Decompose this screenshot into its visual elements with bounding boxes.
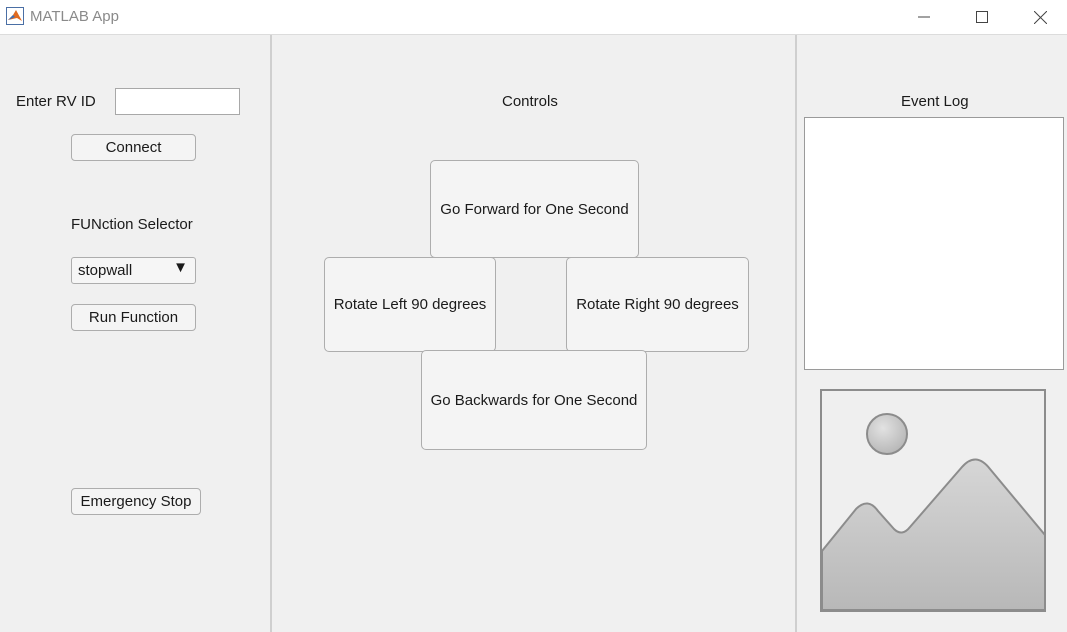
function-selector-label: FUNction Selector bbox=[71, 216, 193, 233]
go-backwards-button[interactable]: Go Backwards for One Second bbox=[421, 350, 647, 450]
minimize-button[interactable] bbox=[901, 0, 947, 34]
minimize-icon bbox=[918, 16, 930, 18]
connect-button-label: Connect bbox=[105, 139, 162, 156]
rv-id-input[interactable] bbox=[115, 88, 240, 115]
dropdown-arrow-icon: ▼ bbox=[173, 259, 188, 276]
close-button[interactable] bbox=[1017, 0, 1063, 34]
controls-title: Controls bbox=[502, 93, 558, 110]
function-selected-value: stopwall bbox=[78, 262, 133, 279]
emergency-stop-button-label: Emergency Stop bbox=[80, 493, 192, 510]
go-backwards-button-label: Go Backwards for One Second bbox=[430, 391, 638, 409]
matlab-icon bbox=[6, 7, 24, 25]
function-selector-dropdown[interactable]: stopwall ▼ bbox=[71, 257, 196, 284]
go-forward-button-label: Go Forward for One Second bbox=[440, 200, 629, 218]
rotate-left-button[interactable]: Rotate Left 90 degrees bbox=[324, 257, 496, 352]
close-icon bbox=[1033, 10, 1047, 24]
connect-button[interactable]: Connect bbox=[71, 134, 196, 161]
run-function-button-label: Run Function bbox=[88, 309, 179, 326]
maximize-icon bbox=[976, 11, 988, 23]
rotate-left-button-label: Rotate Left 90 degrees bbox=[333, 296, 487, 313]
image-placeholder-icon bbox=[820, 389, 1046, 612]
left-panel-divider bbox=[270, 35, 272, 632]
event-log-label: Event Log bbox=[901, 93, 969, 110]
event-log-textarea[interactable] bbox=[804, 117, 1064, 370]
rotate-right-button[interactable]: Rotate Right 90 degrees bbox=[566, 257, 749, 352]
rotate-right-button-label: Rotate Right 90 degrees bbox=[576, 296, 739, 313]
run-function-button[interactable]: Run Function bbox=[71, 304, 196, 331]
go-forward-button[interactable]: Go Forward for One Second bbox=[430, 160, 639, 258]
window-title: MATLAB App bbox=[30, 8, 119, 25]
maximize-button[interactable] bbox=[959, 0, 1005, 34]
emergency-stop-button[interactable]: Emergency Stop bbox=[71, 488, 201, 515]
title-bar: MATLAB App bbox=[0, 0, 1067, 35]
right-panel-divider bbox=[795, 35, 797, 632]
rv-id-label: Enter RV ID bbox=[16, 93, 96, 110]
